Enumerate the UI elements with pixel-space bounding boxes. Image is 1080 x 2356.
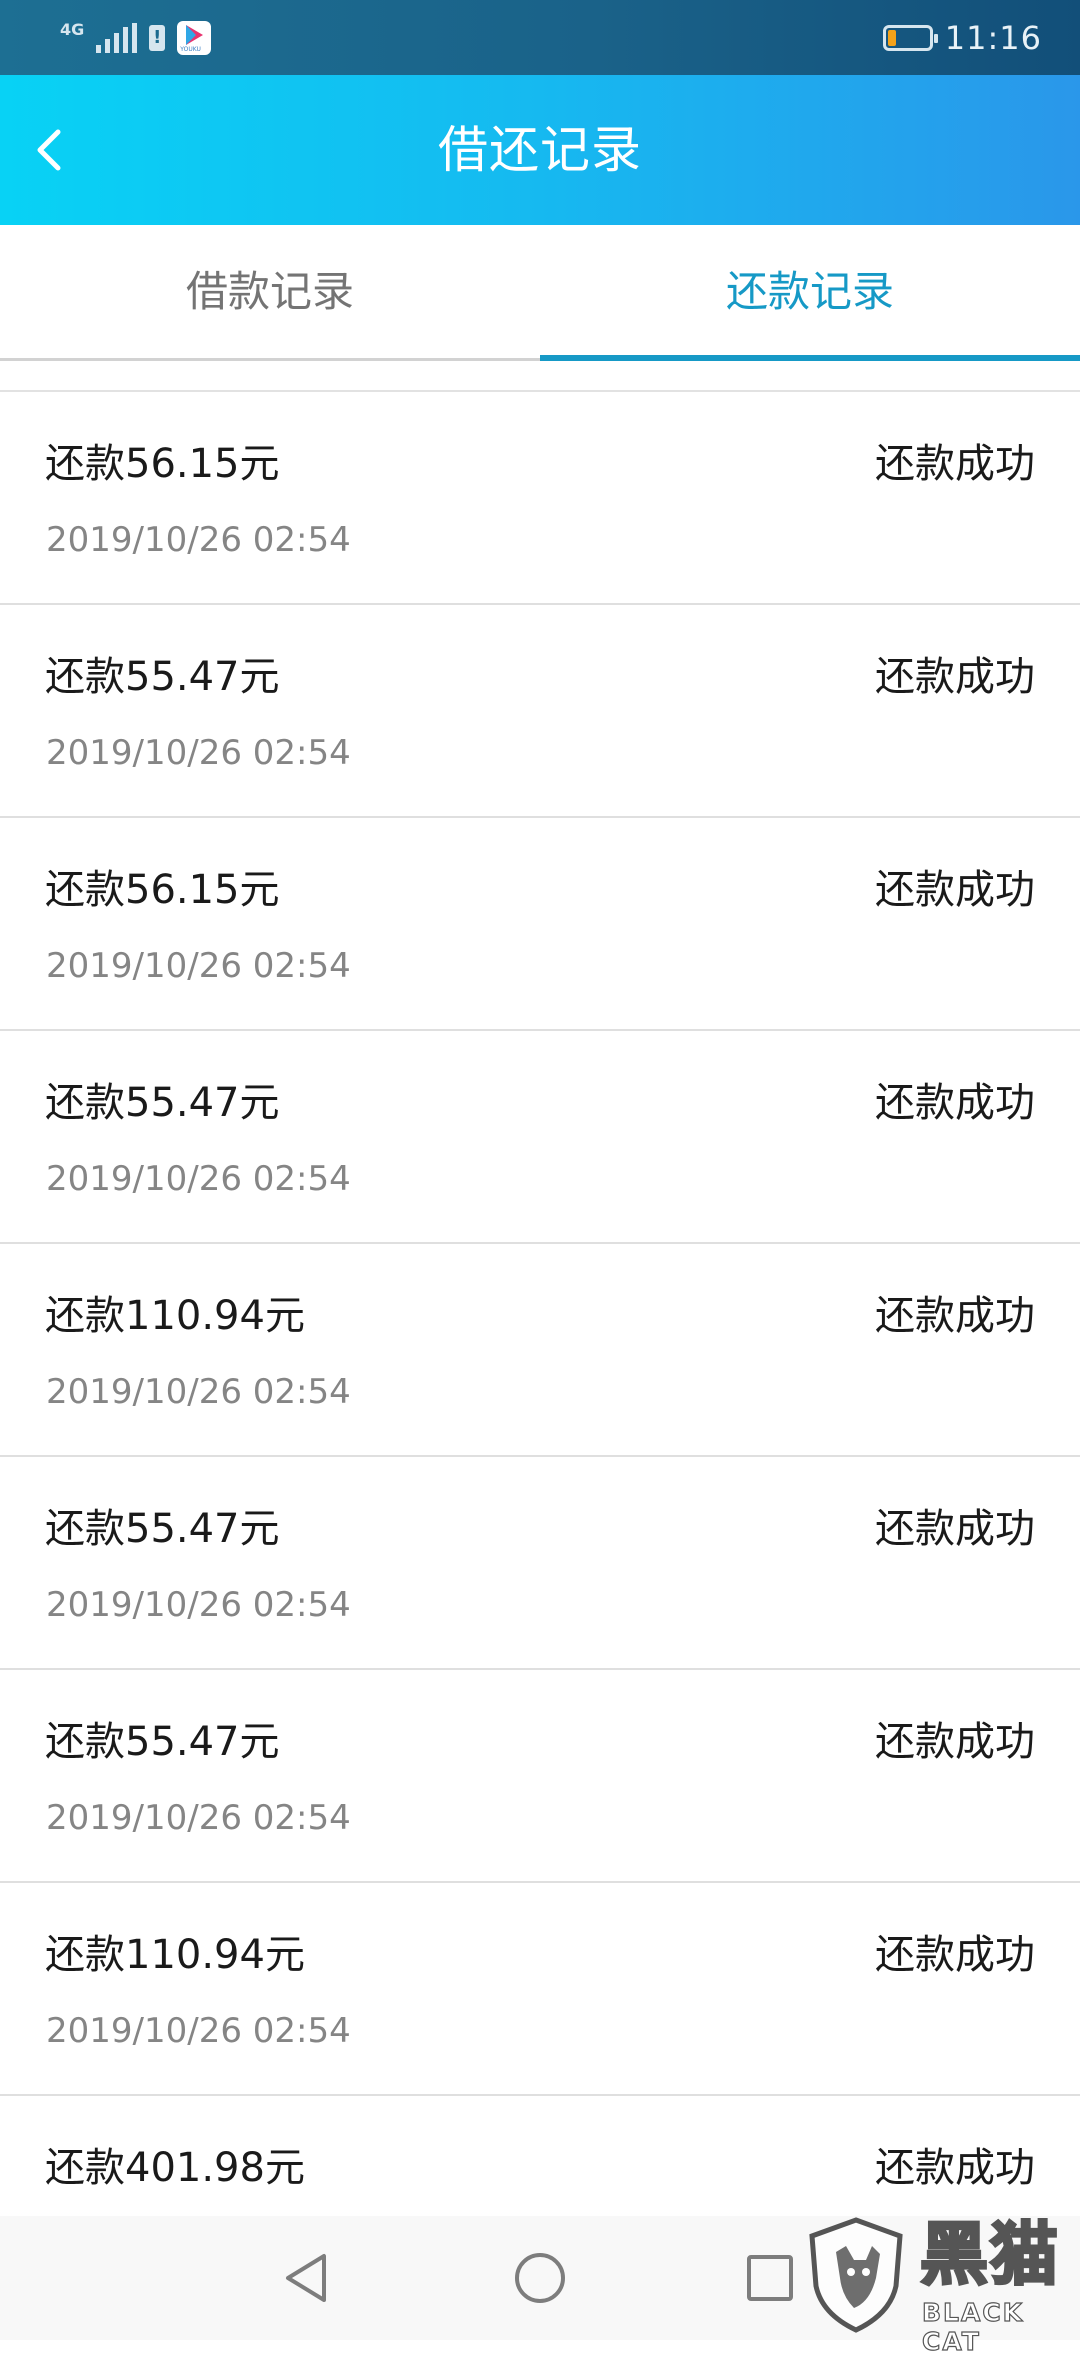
status-left-group: 4G ! YOUKU	[60, 18, 212, 58]
watermark-chinese-text: 黑猫	[918, 2216, 1061, 2295]
nav-recent-button[interactable]	[730, 2238, 810, 2318]
record-amount: 还款55.47元	[45, 1719, 280, 1765]
record-time: 2019/10/26 02:54	[46, 520, 351, 560]
list-item[interactable]: 还款55.47元 还款成功 2019/10/26 02:54	[0, 1031, 1080, 1244]
record-amount: 还款401.98元	[45, 2145, 305, 2191]
nav-home-button[interactable]	[500, 2238, 580, 2318]
record-amount: 还款55.47元	[45, 654, 280, 700]
record-amount: 还款110.94元	[45, 1293, 305, 1339]
app-header: 借还记录	[0, 75, 1080, 225]
battery-icon	[882, 24, 938, 51]
sim-alert-icon: !	[149, 25, 166, 51]
list-item[interactable]: 还款110.94元 还款成功 2019/10/26 02:54	[0, 1883, 1080, 2096]
status-bar: 4G ! YOUKU 11:16	[0, 0, 1080, 75]
record-status: 还款成功	[875, 1080, 1035, 1126]
record-status: 还款成功	[875, 654, 1035, 700]
network-type-label: 4G	[60, 20, 85, 39]
record-status: 还款成功	[875, 1293, 1035, 1339]
record-time: 2019/10/26 02:54	[46, 1798, 351, 1838]
repayment-record-list[interactable]: 还款56.15元 还款成功 2019/10/26 02:54 还款55.47元 …	[0, 390, 1080, 2218]
record-amount: 还款56.15元	[45, 441, 280, 487]
square-recent-icon	[747, 2255, 793, 2301]
youku-app-icon: YOUKU	[177, 21, 212, 55]
record-status: 还款成功	[875, 1506, 1035, 1552]
tab-borrow-records[interactable]: 借款记录	[0, 225, 540, 358]
status-time: 11:16	[944, 18, 1042, 57]
circle-home-icon	[515, 2253, 565, 2303]
record-time: 2019/10/26 02:54	[46, 2011, 351, 2051]
list-item[interactable]: 还款55.47元 还款成功 2019/10/26 02:54	[0, 1457, 1080, 1670]
record-status: 还款成功	[875, 2145, 1035, 2191]
record-status: 还款成功	[875, 1719, 1035, 1765]
list-item[interactable]: 还款110.94元 还款成功 2019/10/26 02:54	[0, 1244, 1080, 1457]
record-amount: 还款56.15元	[45, 867, 280, 913]
record-amount: 还款55.47元	[45, 1506, 280, 1552]
black-cat-watermark: 黑猫 BLACK CAT	[806, 2210, 1080, 2356]
record-time: 2019/10/26 02:54	[46, 733, 351, 773]
record-amount: 还款55.47元	[45, 1080, 280, 1126]
record-status: 还款成功	[875, 1932, 1035, 1978]
black-cat-logo-icon	[809, 2217, 903, 2333]
list-item[interactable]: 还款56.15元 还款成功 2019/10/26 02:54	[0, 818, 1080, 1031]
record-time: 2019/10/26 02:54	[46, 1585, 351, 1625]
battery-level-fill	[887, 29, 896, 46]
record-amount: 还款110.94元	[45, 1932, 305, 1978]
record-time: 2019/10/26 02:54	[46, 1372, 351, 1412]
tab-repay-records[interactable]: 还款记录	[540, 225, 1080, 361]
record-time: 2019/10/26 02:54	[46, 1159, 351, 1199]
list-item[interactable]: 还款55.47元 还款成功 2019/10/26 02:54	[0, 605, 1080, 818]
record-time: 2019/10/26 02:54	[46, 946, 351, 986]
list-item[interactable]: 还款55.47元 还款成功 2019/10/26 02:54	[0, 1670, 1080, 1883]
triangle-back-icon	[286, 2254, 326, 2302]
record-tabs: 借款记录 还款记录	[0, 225, 1080, 361]
status-right-group: 11:16	[882, 15, 1042, 60]
watermark-english-text: BLACK CAT	[921, 2297, 1025, 2356]
page-title: 借还记录	[438, 121, 642, 179]
list-item[interactable]: 还款56.15元 还款成功 2019/10/26 02:54	[0, 392, 1080, 605]
signal-strength-icon	[96, 23, 138, 53]
record-status: 还款成功	[875, 441, 1035, 487]
list-item[interactable]: 还款401.98元 还款成功	[0, 2096, 1080, 2218]
nav-back-button[interactable]	[268, 2238, 348, 2318]
record-status: 还款成功	[875, 867, 1035, 913]
